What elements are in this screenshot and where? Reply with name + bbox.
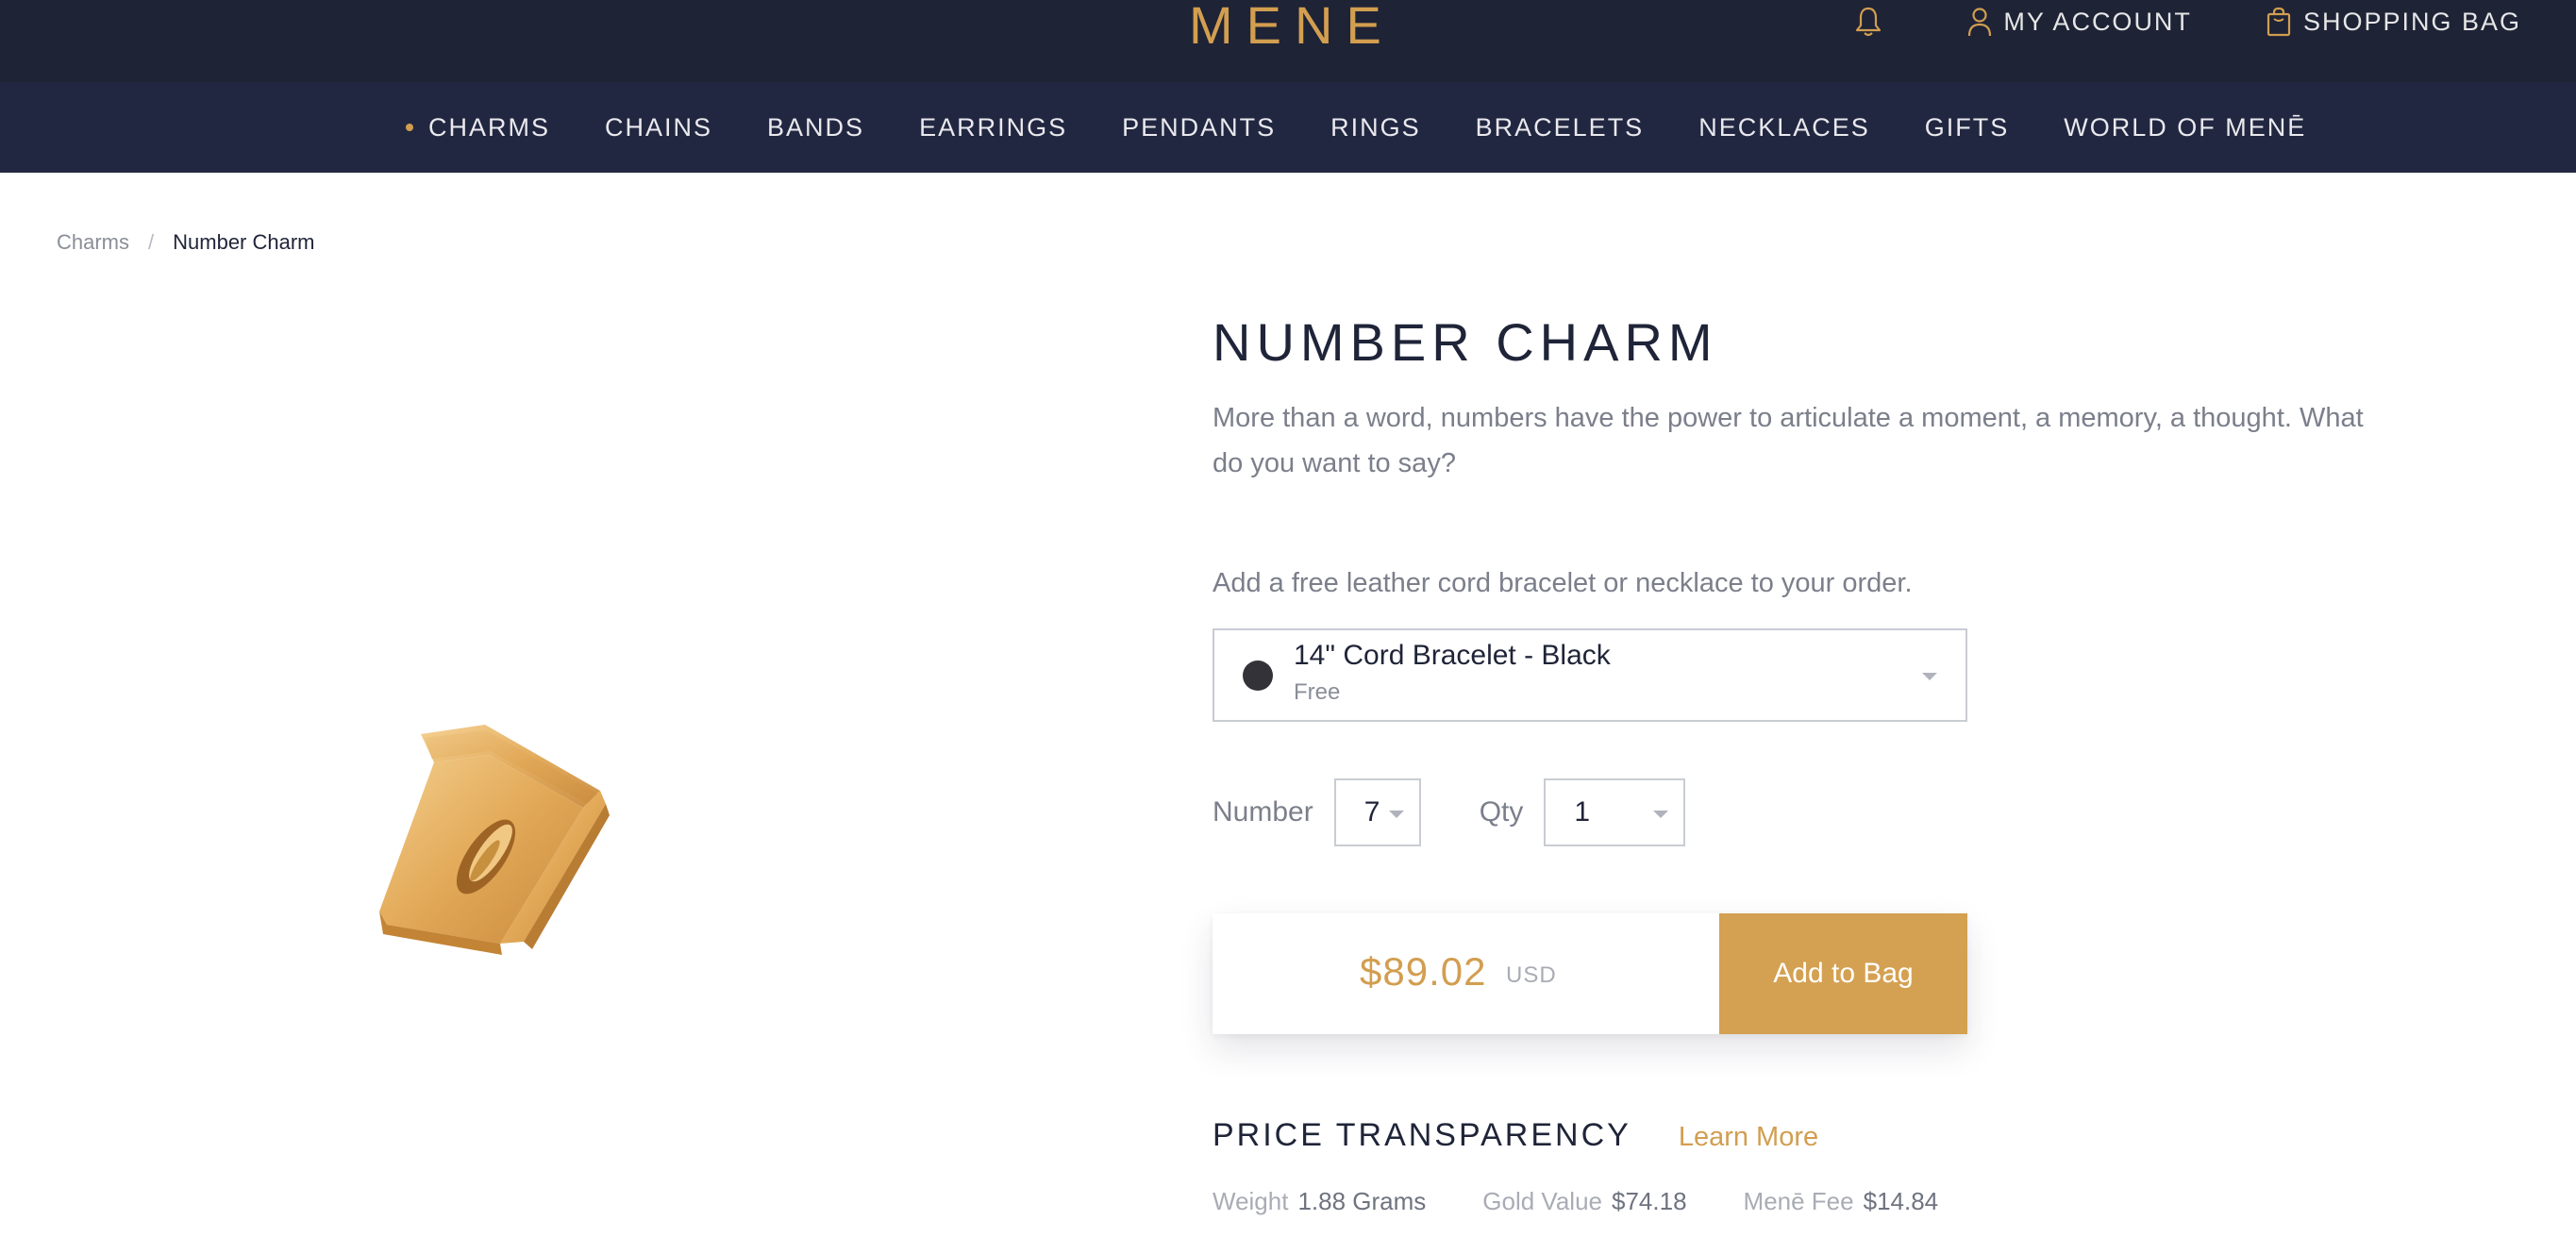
nav-item-charms[interactable]: CHARMS: [406, 113, 550, 142]
learn-more-link[interactable]: Learn More: [1679, 1122, 1818, 1153]
top-header: MENE MY ACCOUNT SHOPPING BAG: [0, 0, 2576, 82]
number-label: Number: [1213, 796, 1313, 828]
product-image[interactable]: [359, 717, 623, 962]
bell-icon: [1856, 7, 1882, 37]
category-nav: CHARMS CHAINS BANDS EARRINGS PENDANTS RI…: [0, 82, 2576, 173]
nav-item-bands[interactable]: BANDS: [767, 113, 864, 142]
nav-item-earrings[interactable]: EARRINGS: [919, 113, 1067, 142]
user-icon: [1968, 8, 1992, 37]
price-currency: USD: [1506, 962, 1557, 988]
header-actions: MY ACCOUNT SHOPPING BAG: [1854, 6, 2521, 38]
product-description: More than a word, numbers have the power…: [1213, 403, 2364, 478]
nav-item-label: NECKLACES: [1698, 112, 1870, 142]
active-indicator: [406, 124, 413, 131]
number-select-value: 7: [1363, 796, 1380, 828]
nav-item-rings[interactable]: RINGS: [1330, 113, 1421, 142]
price-transparency-header: PRICE TRANSPARENCY Learn More: [1213, 1117, 1818, 1154]
notifications-button[interactable]: [1854, 6, 1894, 38]
nav-item-label: EARRINGS: [919, 112, 1068, 142]
nav-item-label: WORLD OF MENĒ: [2064, 112, 2307, 142]
my-account-link[interactable]: MY ACCOUNT: [1967, 7, 2192, 37]
chevron-down-icon: [1388, 811, 1404, 818]
color-swatch: [1243, 660, 1273, 691]
shopping-bag-link[interactable]: SHOPPING BAG: [2266, 7, 2521, 37]
breadcrumb-separator: /: [148, 230, 155, 254]
nav-item-chains[interactable]: CHAINS: [605, 113, 712, 142]
buy-box: $89.02 USD Add to Bag: [1213, 913, 1967, 1034]
qty-select[interactable]: 1: [1544, 778, 1686, 846]
number-charm-image: [379, 725, 610, 955]
metric-weight: Weight 1.88 Grams: [1213, 1187, 1426, 1216]
my-account-label: MY ACCOUNT: [2003, 7, 2192, 36]
metric-value: $14.84: [1863, 1187, 1939, 1215]
breadcrumb: Charms / Number Charm: [57, 230, 315, 255]
nav-item-bracelets[interactable]: BRACELETS: [1476, 113, 1645, 142]
metric-gold-value: Gold Value $74.18: [1482, 1187, 1686, 1216]
metric-mene-fee: Menē Fee $14.84: [1744, 1187, 1939, 1216]
chevron-down-icon: [1922, 673, 1937, 680]
category-nav-list: CHARMS CHAINS BANDS EARRINGS PENDANTS RI…: [406, 82, 2361, 173]
qty-select-value: 1: [1574, 796, 1591, 828]
shopping-bag-label: SHOPPING BAG: [2302, 7, 2521, 36]
chevron-down-icon: [1653, 811, 1669, 818]
addon-label: Add a free leather cord bracelet or neck…: [1213, 568, 1913, 598]
number-select[interactable]: 7: [1333, 778, 1421, 846]
breadcrumb-charms[interactable]: Charms: [57, 230, 129, 255]
product-title: NUMBER CHARM: [1213, 312, 1718, 372]
price-breakdown: Weight 1.88 Grams Gold Value $74.18 Menē F…: [1213, 1187, 1995, 1216]
logo[interactable]: MENE: [1189, 0, 1395, 56]
cord-select-price: Free: [1294, 679, 1341, 705]
metric-value: $74.18: [1612, 1187, 1687, 1215]
product-options: Number 7 Qty 1: [1213, 777, 1686, 847]
nav-item-label: PENDANTS: [1122, 112, 1277, 142]
nav-item-label: CHAINS: [605, 112, 713, 142]
cord-select[interactable]: 14" Cord Bracelet - Black Free: [1213, 628, 1967, 722]
nav-item-necklaces[interactable]: NECKLACES: [1698, 113, 1870, 142]
nav-item-label: GIFTS: [1924, 112, 2010, 142]
qty-label: Qty: [1479, 796, 1524, 828]
nav-item-label: CHARMS: [428, 112, 551, 142]
nav-item-pendants[interactable]: PENDANTS: [1122, 113, 1276, 142]
nav-item-world-of-mene[interactable]: WORLD OF MENĒ: [2064, 113, 2306, 142]
nav-item-label: BANDS: [767, 112, 865, 142]
cord-select-value: 14" Cord Bracelet - Black: [1294, 640, 1611, 671]
metric-value: 1.88 Grams: [1297, 1187, 1427, 1215]
shopping-bag-icon: [2267, 7, 2291, 37]
nav-item-label: RINGS: [1330, 112, 1421, 142]
product-info: NUMBER CHARM More than a word, numbers h…: [1213, 311, 2373, 1215]
nav-item-gifts[interactable]: GIFTS: [1925, 113, 2010, 142]
metric-label: Menē Fee: [1743, 1187, 1854, 1215]
product-price: $89.02: [1360, 949, 1487, 994]
price-transparency-title: PRICE TRANSPARENCY: [1213, 1117, 1631, 1153]
metric-label: Gold Value: [1482, 1187, 1602, 1215]
breadcrumb-current: Number Charm: [173, 230, 315, 254]
nav-item-label: BRACELETS: [1475, 112, 1645, 142]
metric-label: Weight: [1213, 1187, 1289, 1215]
add-to-bag-button[interactable]: Add to Bag: [1719, 913, 1967, 1034]
